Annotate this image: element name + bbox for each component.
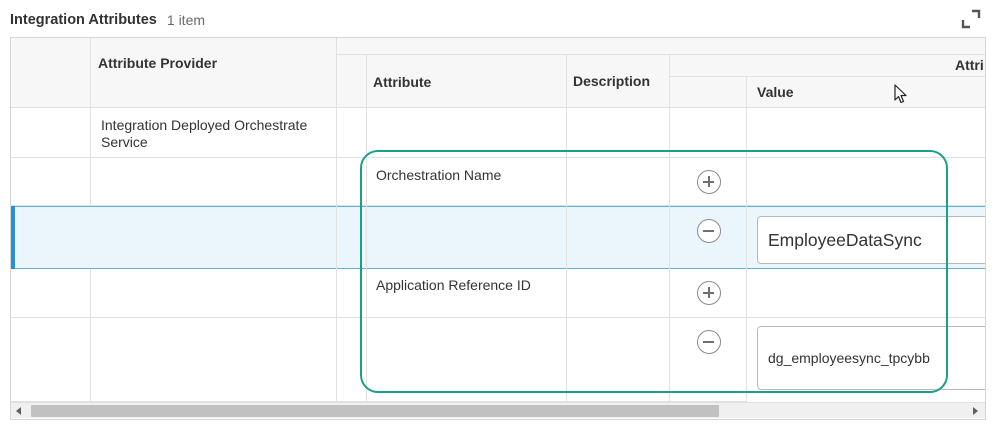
item-count: 1 item: [166, 12, 206, 28]
provider-name: Integration Deployed Orchestrate Service: [101, 117, 308, 150]
column-header-attribute[interactable]: Attribute: [367, 55, 567, 108]
row-header-cell: [11, 158, 91, 206]
description-cell: [567, 108, 670, 158]
column-group-attri: Attri: [670, 55, 985, 77]
horizontal-scrollbar[interactable]: [11, 402, 985, 418]
column-header-attribute-provider[interactable]: Attribute Provider: [91, 38, 337, 108]
action-cell: [670, 206, 747, 269]
application-reference-id-input[interactable]: dg_employeesync_tpcybb: [757, 326, 985, 390]
provider-cell: [91, 158, 337, 206]
attribute-cell: [367, 318, 567, 402]
section-title: Integration Attributes: [10, 12, 157, 28]
column-header-spacer: [337, 55, 367, 108]
column-group-header: [337, 38, 985, 55]
spacer-cell: [337, 108, 367, 158]
plus-circle-icon[interactable]: [697, 170, 721, 194]
provider-cell: Integration Deployed Orchestrate Service: [91, 108, 337, 158]
provider-cell: [91, 318, 337, 402]
column-header-action: [670, 77, 747, 108]
column-label: Description: [573, 73, 651, 89]
scroll-left-arrow-icon[interactable]: [16, 407, 21, 415]
attribute-cell: [367, 108, 567, 158]
description-cell: [567, 269, 670, 318]
column-label: Attribute Provider: [98, 55, 218, 71]
expand-icon[interactable]: [960, 8, 982, 30]
value-cell: [747, 108, 985, 158]
attribute-name: Orchestration Name: [376, 167, 502, 183]
action-cell: [670, 318, 747, 402]
row-header-cell: [11, 38, 91, 108]
column-group-label: Attri: [955, 57, 984, 73]
section-header: Integration Attributes 1 item: [10, 9, 205, 31]
attributes-grid: Attribute Provider Attribute Description…: [10, 37, 986, 420]
attribute-name: Application Reference ID: [376, 277, 531, 293]
action-cell: [670, 158, 747, 206]
row-header-cell: [11, 269, 91, 318]
minus-circle-icon[interactable]: [697, 219, 721, 243]
attribute-cell: [367, 206, 567, 269]
selected-row-indicator: [11, 206, 15, 269]
mouse-pointer-icon: [894, 84, 907, 104]
row-header-cell: [11, 108, 91, 158]
scroll-right-arrow-icon[interactable]: [973, 407, 978, 415]
description-cell: [567, 206, 670, 269]
spacer-cell: [337, 318, 367, 402]
value-cell: [747, 269, 985, 318]
attribute-cell: Orchestration Name: [367, 158, 567, 206]
spacer-cell: [337, 206, 367, 269]
provider-cell: [91, 269, 337, 318]
column-label: Value: [757, 84, 794, 100]
plus-circle-icon[interactable]: [697, 281, 721, 305]
description-cell: [567, 318, 670, 402]
provider-cell: [91, 206, 337, 269]
column-label: Attribute: [373, 74, 432, 90]
action-cell: [670, 269, 747, 318]
action-cell: [670, 108, 747, 158]
scrollbar-thumb[interactable]: [31, 405, 719, 417]
description-cell: [567, 158, 670, 206]
orchestration-name-input[interactable]: EmployeeDataSync: [757, 216, 985, 264]
spacer-cell: [337, 269, 367, 318]
row-header-cell: [11, 318, 91, 402]
spacer-cell: [337, 158, 367, 206]
column-header-description[interactable]: Description: [567, 55, 670, 108]
column-header-value[interactable]: Value: [747, 77, 985, 108]
minus-circle-icon[interactable]: [697, 330, 721, 354]
value-cell: [747, 158, 985, 206]
attribute-cell: Application Reference ID: [367, 269, 567, 318]
